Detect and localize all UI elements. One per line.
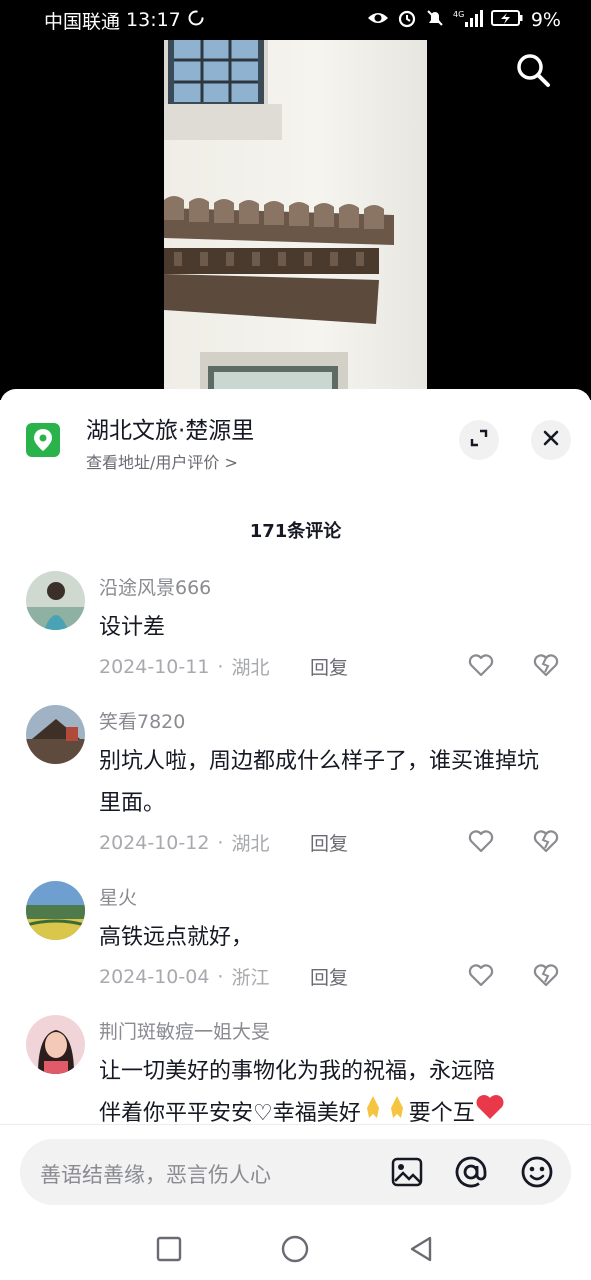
avatar[interactable] [26, 881, 85, 940]
comment-username[interactable]: 沿途风景666 [99, 573, 211, 600]
heart-icon [468, 964, 494, 987]
comment-item: 沿途风景666 设计差 2024-10-11 · 湖北 回复 [0, 571, 591, 691]
heart-icon [468, 654, 494, 677]
status-left: 中国联通 13:17 [44, 7, 205, 34]
comment-text: 高铁远点就好， [99, 925, 254, 950]
recent-apps-button[interactable] [154, 1234, 184, 1264]
comment-count: 171条评论 [249, 521, 342, 542]
like-button[interactable] [467, 827, 495, 855]
meta-separator: · [217, 965, 224, 988]
comment-date: 2024-10-11 [99, 655, 210, 678]
reply-button[interactable]: 回复 [310, 963, 348, 990]
back-button[interactable] [406, 1234, 436, 1264]
red-heart-icon [475, 1093, 505, 1124]
clock: 13:17 [126, 9, 181, 31]
comment-username[interactable]: 笑看7820 [99, 707, 185, 734]
emoji-icon [521, 1156, 553, 1188]
comment-text-segment: 伴着你平平安安♡幸福美好 [99, 1101, 361, 1124]
avatar[interactable] [26, 705, 85, 764]
comment-text: 别坑人啦，周边都成什么样子了，谁买谁掉坑里面。 [99, 749, 540, 816]
comment-text-line: 伴着你平平安安♡幸福美好 要个互 [99, 1093, 559, 1124]
comment-region: 湖北 [231, 657, 270, 679]
comment-text-segment: 要个互 [408, 1101, 475, 1124]
sync-icon [187, 9, 205, 32]
image-button[interactable] [390, 1155, 424, 1189]
mute-bell-icon [425, 8, 445, 33]
comment-region: 湖北 [231, 833, 270, 855]
comment-item: 笑看7820 别坑人啦，周边都成什么样子了，谁买谁掉坑里面。 2024-10-1… [0, 705, 591, 865]
pray-emoji-icon [361, 1093, 385, 1124]
like-button[interactable] [467, 961, 495, 989]
back-triangle-icon [410, 1236, 432, 1262]
location-pin-icon [26, 423, 60, 457]
avatar[interactable] [26, 571, 85, 630]
expand-button[interactable] [459, 420, 499, 460]
pray-emoji-icon [385, 1093, 409, 1124]
image-icon [391, 1157, 423, 1187]
comment-region: 浙江 [231, 967, 270, 989]
video-frame [164, 40, 427, 400]
square-icon [156, 1236, 182, 1262]
comment-text-line: 让一切美好的事物化为我的祝福，永远陪 [99, 1059, 496, 1084]
comment-date: 2024-10-12 [99, 831, 210, 854]
emoji-button[interactable] [520, 1155, 554, 1189]
comment-meta: 2024-10-11 · 湖北 [99, 653, 269, 680]
comment-input-placeholder: 善语结善缘，恶言伤人心 [40, 1163, 271, 1187]
comment-input-bar: 善语结善缘，恶言伤人心 [0, 1124, 591, 1218]
alarm-icon [397, 8, 417, 33]
comment-text: 设计差 [99, 615, 166, 640]
dislike-button[interactable] [532, 651, 560, 679]
status-bar: 中国联通 13:17 4G 9% [0, 0, 591, 40]
comment-list[interactable]: 沿途风景666 设计差 2024-10-11 · 湖北 回复 笑看7820 别坑人啦… [0, 571, 591, 1124]
eye-icon [367, 9, 389, 31]
heart-icon [468, 830, 494, 853]
comment-meta: 2024-10-04 · 浙江 [99, 963, 269, 990]
close-button[interactable] [531, 420, 571, 460]
comment-item: 星火 高铁远点就好， 2024-10-04 · 浙江 回复 [0, 881, 591, 1001]
status-right: 4G 9% [367, 8, 561, 33]
comment-username[interactable]: 荆门斑敏痘一姐大旻 [99, 1017, 270, 1044]
meta-separator: · [217, 831, 224, 854]
signal-icon: 4G [453, 8, 483, 33]
broken-heart-icon [533, 654, 559, 677]
meta-separator: · [217, 655, 224, 678]
carrier: 中国联通 [44, 10, 121, 33]
location-header[interactable]: 湖北文旅·楚源里 查看地址/用户评价 > [0, 389, 591, 489]
circle-icon [281, 1235, 309, 1263]
battery-icon [490, 9, 523, 32]
like-button[interactable] [467, 651, 495, 679]
comment-meta: 2024-10-12 · 湖北 [99, 829, 269, 856]
avatar[interactable] [26, 1015, 85, 1074]
broken-heart-icon [533, 964, 559, 987]
at-icon [455, 1156, 487, 1188]
mention-button[interactable] [454, 1155, 488, 1189]
comment-text: 让一切美好的事物化为我的祝福，永远陪 伴着你平平安安♡幸福美好 要个互 [99, 1051, 559, 1124]
battery-level: 9% [530, 9, 561, 31]
location-title[interactable]: 湖北文旅·楚源里 [86, 411, 254, 445]
expand-icon [469, 428, 489, 452]
search-icon [515, 52, 551, 92]
comment-username[interactable]: 星火 [99, 883, 137, 910]
comment-date: 2024-10-04 [99, 965, 210, 988]
reply-button[interactable]: 回复 [310, 653, 348, 680]
reply-button[interactable]: 回复 [310, 829, 348, 856]
home-button[interactable] [280, 1234, 310, 1264]
comment-input[interactable]: 善语结善缘，恶言伤人心 [20, 1139, 571, 1205]
dislike-button[interactable] [532, 961, 560, 989]
comment-sheet: 湖北文旅·楚源里 查看地址/用户评价 > 171条评论 沿途风景666 设计差 … [0, 389, 591, 1280]
system-nav-bar [0, 1218, 591, 1280]
search-button[interactable] [513, 52, 553, 92]
close-icon [542, 429, 560, 451]
video-player[interactable] [0, 40, 591, 400]
network-type: 4G [453, 10, 464, 19]
broken-heart-icon [533, 830, 559, 853]
dislike-button[interactable] [532, 827, 560, 855]
location-subtitle-link[interactable]: 查看地址/用户评价 > [86, 449, 238, 473]
comment-item: 荆门斑敏痘一姐大旻 让一切美好的事物化为我的祝福，永远陪 伴着你平平安安♡幸福美… [0, 1015, 591, 1124]
